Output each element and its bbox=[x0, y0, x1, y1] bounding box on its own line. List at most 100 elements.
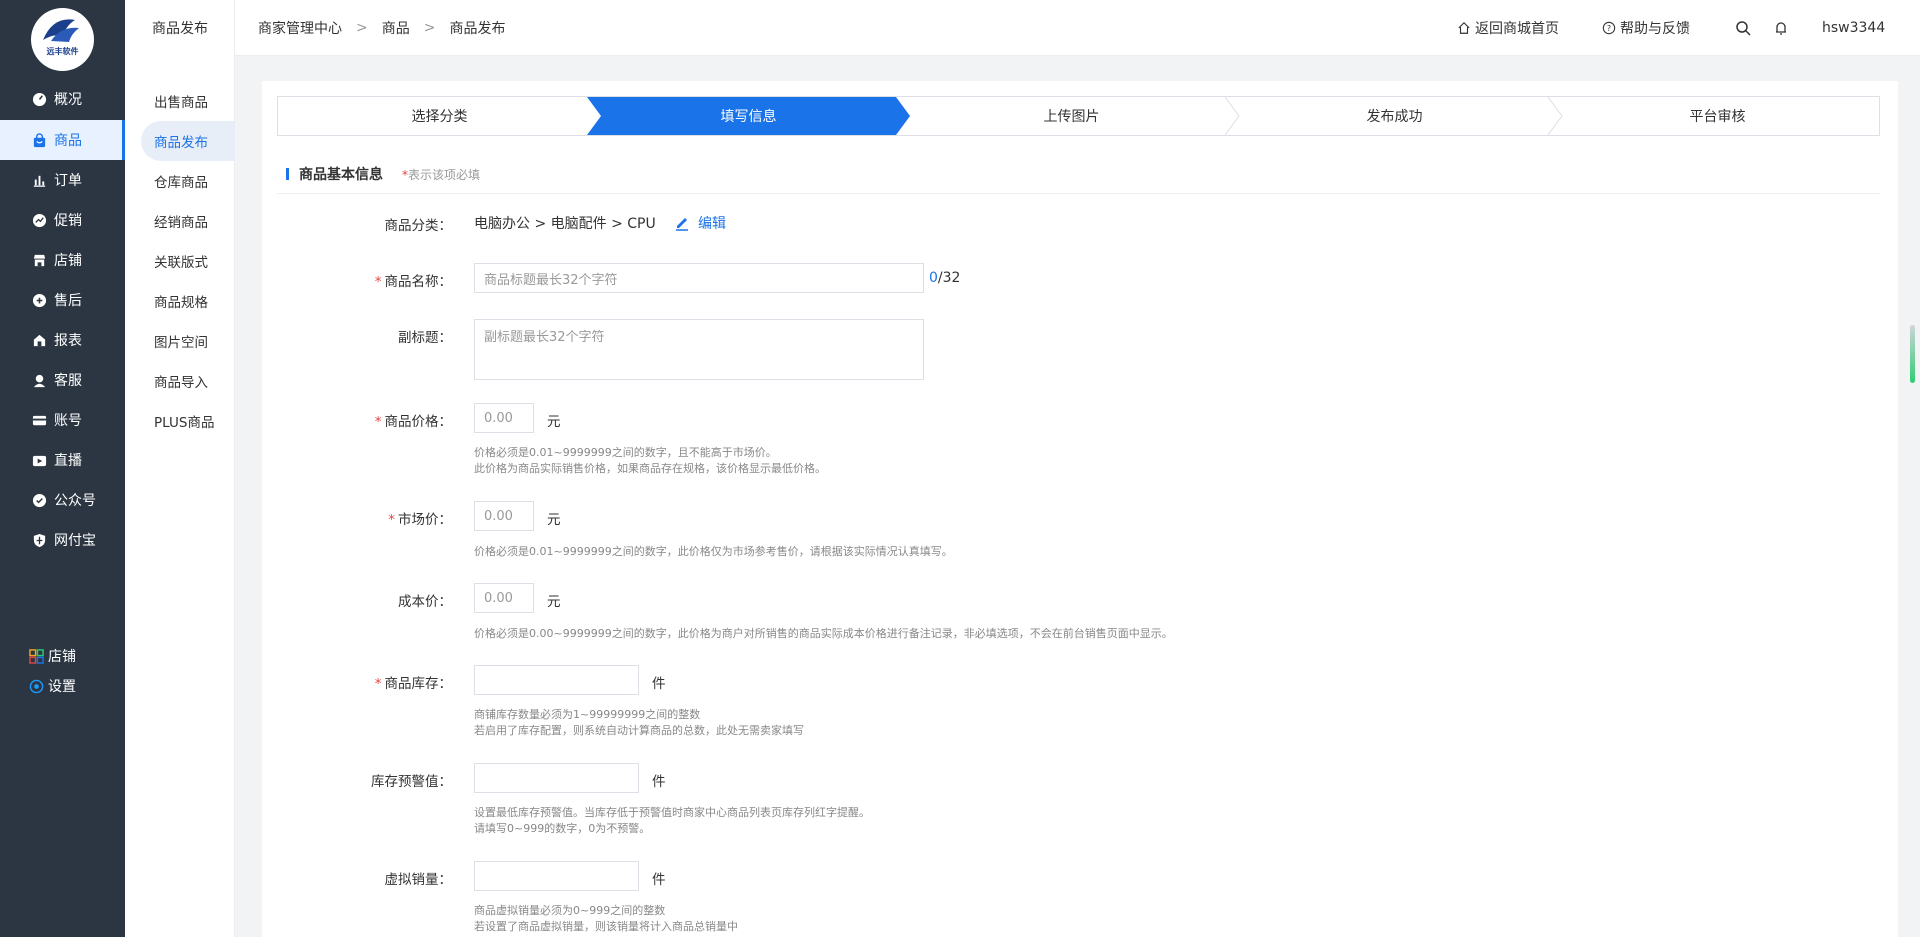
stock-warning-hint: 设置最低库存预警值。当库存低于预警值时商家中心商品列表页库存列红字提醒。 请填写… bbox=[474, 805, 870, 837]
required-star: * bbox=[374, 676, 382, 692]
report-icon bbox=[32, 333, 47, 348]
home-icon bbox=[1458, 21, 1470, 34]
step-label: 发布成功 bbox=[1366, 109, 1423, 125]
submenu-item-import[interactable]: 商品导入 bbox=[141, 361, 235, 401]
home-link[interactable]: 返回商城首页 bbox=[1457, 0, 1559, 56]
section-divider bbox=[277, 193, 1880, 194]
cost-price-label: 成本价： bbox=[398, 594, 452, 610]
step-fill-info: 填写信息 bbox=[587, 97, 910, 135]
company-logo[interactable]: 远丰软件 bbox=[31, 8, 94, 71]
price-input[interactable]: 0.00 bbox=[474, 403, 534, 433]
settings-icon bbox=[29, 679, 44, 693]
price-label: * 商品价格： bbox=[374, 414, 452, 430]
submenu-item-plus[interactable]: PLUS商品 bbox=[141, 401, 235, 441]
nav-item-label: 订单 bbox=[54, 173, 82, 189]
bottom-item-store[interactable]: 店铺 bbox=[29, 643, 76, 669]
nav-item-label: 概况 bbox=[54, 92, 82, 108]
submenu-item-layout[interactable]: 关联版式 bbox=[141, 241, 235, 281]
nav-item-report[interactable]: 报表 bbox=[0, 320, 125, 360]
stock-warning-unit: 件 bbox=[652, 774, 666, 790]
goods-name-input[interactable]: 商品标题最长32个字符 bbox=[474, 263, 924, 293]
step-publish-success: 发布成功 bbox=[1233, 97, 1563, 135]
nav-item-account[interactable]: 账号 bbox=[0, 400, 125, 440]
market-price-hint: 价格必须是0.01~9999999之间的数字，此价格仅为市场参考售价，请根据该实… bbox=[474, 545, 953, 558]
help-link-label: 帮助与反馈 bbox=[1620, 21, 1690, 37]
edit-icon bbox=[676, 218, 688, 231]
category-label: 商品分类： bbox=[384, 218, 453, 234]
breadcrumb-item[interactable]: 商家管理中心 bbox=[258, 18, 342, 38]
virtual-sales-input[interactable] bbox=[474, 861, 639, 891]
required-note: *表示该项必填 bbox=[402, 166, 480, 183]
submenu-item-warehouse[interactable]: 仓库商品 bbox=[141, 161, 235, 201]
breadcrumb-item[interactable]: 商品 bbox=[382, 18, 410, 38]
bar-chart-icon bbox=[32, 173, 47, 188]
nav-item-label: 商品 bbox=[54, 133, 82, 149]
nav-item-aftersale[interactable]: 售后 bbox=[0, 280, 125, 320]
subtitle-textarea[interactable]: 副标题最长32个字符 bbox=[474, 319, 924, 380]
stock-hint-line: 商铺库存数量必须为1~99999999之间的整数 bbox=[474, 708, 701, 721]
top-header: 商家管理中心 > 商品 > 商品发布 返回商城首页 ? 帮助与反馈 hsw334… bbox=[235, 0, 1920, 56]
submenu-item-distribution[interactable]: 经销商品 bbox=[141, 201, 235, 241]
shield-icon bbox=[32, 533, 47, 548]
nav-item-label: 直播 bbox=[54, 453, 82, 469]
home-link-label: 返回商城首页 bbox=[1475, 21, 1559, 37]
nav-item-label: 促销 bbox=[54, 213, 82, 229]
edit-label: 编辑 bbox=[698, 216, 726, 232]
svg-text:?: ? bbox=[1607, 24, 1611, 33]
price-hint: 价格必须是0.01~9999999之间的数字，且不能高于市场价。 此价格为商品实… bbox=[474, 445, 826, 477]
submenu-title: 商品发布 bbox=[152, 21, 208, 37]
bottom-item-settings[interactable]: 设置 bbox=[29, 673, 76, 699]
grid-icon bbox=[29, 648, 44, 664]
submenu-item-selling[interactable]: 出售商品 bbox=[141, 81, 235, 121]
step-label: 选择分类 bbox=[411, 109, 468, 125]
stock-input[interactable] bbox=[474, 665, 639, 695]
bell-icon[interactable] bbox=[1773, 20, 1789, 36]
submenu-item-spec[interactable]: 商品规格 bbox=[141, 281, 235, 321]
price-hint-line: 价格必须是0.01~9999999之间的数字，且不能高于市场价。 bbox=[474, 446, 777, 459]
nav-item-payment[interactable]: 网付宝 bbox=[0, 520, 125, 560]
live-icon bbox=[32, 453, 47, 468]
breadcrumb: 商家管理中心 > 商品 > 商品发布 bbox=[258, 0, 505, 56]
price-hint-line: 此价格为商品实际销售价格，如果商品存在规格，该价格显示最低价格。 bbox=[474, 462, 826, 475]
nav-item-label: 公众号 bbox=[54, 493, 96, 509]
step-platform-review: 平台审核 bbox=[1556, 97, 1879, 135]
aftersale-icon bbox=[32, 293, 47, 308]
service-icon bbox=[32, 373, 47, 388]
nav-item-orders[interactable]: 订单 bbox=[0, 160, 125, 200]
market-price-input[interactable]: 0.00 bbox=[474, 501, 534, 531]
shield-check-icon bbox=[32, 493, 47, 508]
breadcrumb-separator-icon: > bbox=[423, 20, 436, 36]
submenu-item-images[interactable]: 图片空间 bbox=[141, 321, 235, 361]
market-price-unit: 元 bbox=[547, 512, 561, 528]
nav-item-label: 报表 bbox=[54, 333, 82, 349]
bottom-item-label: 店铺 bbox=[48, 649, 76, 665]
stock-label: * 商品库存： bbox=[374, 676, 452, 692]
stock-warning-input[interactable] bbox=[474, 763, 639, 793]
nav-item-goods[interactable]: 商品 bbox=[0, 120, 125, 160]
cost-price-input[interactable]: 0.00 bbox=[474, 583, 534, 613]
stock-warning-hint-line: 设置最低库存预警值。当库存低于预警值时商家中心商品列表页库存列红字提醒。 bbox=[474, 806, 870, 819]
store-icon bbox=[32, 253, 47, 268]
help-link[interactable]: ? 帮助与反馈 bbox=[1602, 0, 1690, 56]
nav-item-official-account[interactable]: 公众号 bbox=[0, 480, 125, 520]
edit-category-link[interactable]: 编辑 bbox=[674, 213, 726, 233]
nav-item-overview[interactable]: 概况 bbox=[0, 79, 125, 119]
submenu-item-publish[interactable]: 商品发布 bbox=[141, 121, 235, 161]
card-icon bbox=[32, 413, 47, 428]
stock-hint: 商铺库存数量必须为1~99999999之间的整数 若启用了库存配置，则系统自动计… bbox=[474, 707, 804, 739]
scrollbar-thumb[interactable] bbox=[1910, 325, 1915, 383]
search-icon[interactable] bbox=[1735, 20, 1751, 36]
nav-item-store[interactable]: 店铺 bbox=[0, 240, 125, 280]
breadcrumb-separator-icon: > bbox=[356, 20, 368, 36]
section-title: 商品基本信息 bbox=[286, 165, 383, 183]
help-icon: ? bbox=[1602, 21, 1616, 35]
nav-item-promotion[interactable]: 促销 bbox=[0, 200, 125, 240]
user-menu[interactable]: hsw3344 bbox=[1822, 0, 1885, 56]
subtitle-label: 副标题： bbox=[398, 330, 452, 346]
nav-item-live[interactable]: 直播 bbox=[0, 440, 125, 480]
promo-icon bbox=[32, 213, 47, 228]
category-value: 电脑办公 > 电脑配件 > CPU bbox=[474, 216, 656, 232]
nav-item-service[interactable]: 客服 bbox=[0, 360, 125, 400]
step-upload-images: 上传图片 bbox=[910, 97, 1240, 135]
nav-item-label: 客服 bbox=[54, 373, 82, 389]
